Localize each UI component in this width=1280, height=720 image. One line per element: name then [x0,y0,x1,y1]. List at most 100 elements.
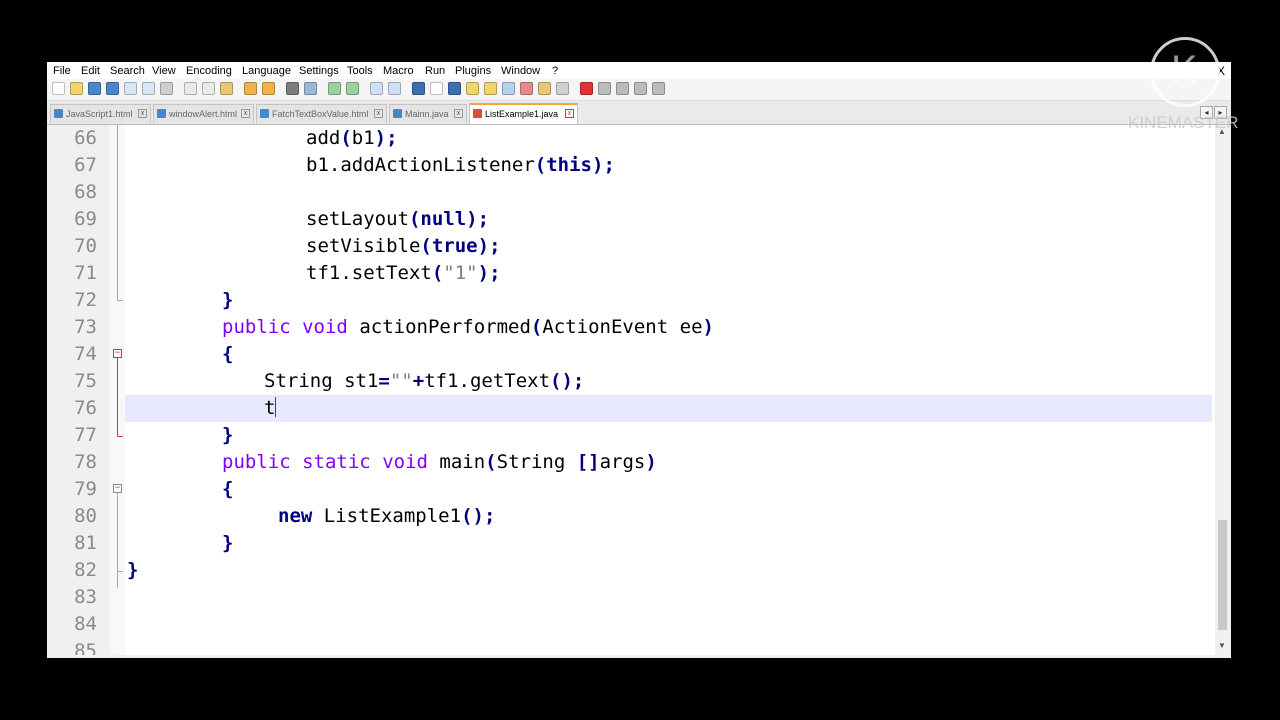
line-number: 81 [74,532,97,554]
user-language-icon[interactable] [466,82,479,95]
replace-icon[interactable] [304,82,317,95]
copy-icon[interactable] [202,82,215,95]
tab-close-icon[interactable]: x [454,109,463,118]
code-line: 80 new ListExample1(); [74,503,1212,530]
print-icon[interactable] [160,82,173,95]
menu-bar: File Edit Search View Encoding Language … [47,62,1231,79]
scrollbar-thumb[interactable] [1218,520,1227,630]
doc-list-icon[interactable] [538,82,551,95]
menu-plugins[interactable]: Plugins [455,65,491,77]
menu-edit[interactable]: Edit [81,65,100,77]
find-icon[interactable] [286,82,299,95]
fold-toggle-icon[interactable]: − [113,484,122,493]
line-number: 78 [74,451,97,473]
menu-window[interactable]: Window [501,65,540,77]
redo-icon[interactable] [262,82,275,95]
file-icon [473,109,482,118]
tab-close-icon[interactable]: x [241,109,250,118]
word-wrap-icon[interactable] [412,82,425,95]
line-number: 71 [74,262,97,284]
line-number: 72 [74,289,97,311]
menu-view[interactable]: View [152,65,176,77]
code-area[interactable]: 66 add(b1); 67 b1.addActionListener(this… [74,125,1212,655]
play-macro-icon[interactable] [616,82,629,95]
toolbar [47,79,1231,101]
tab-close-icon[interactable]: x [138,109,147,118]
line-number: 74 [74,343,97,365]
code-line: 77 } [74,422,1212,449]
record-macro-icon[interactable] [580,82,593,95]
line-number: 66 [74,127,97,149]
code-line: 74 { [74,341,1212,368]
code-line: 85 [74,638,1212,655]
sync-scroll-horizontal-icon[interactable] [388,82,401,95]
fold-margin: − − [110,125,125,655]
menu-search[interactable]: Search [110,65,145,77]
tab-close-icon[interactable]: x [374,109,383,118]
code-line-current: 76 t [74,395,1212,422]
line-number: 77 [74,424,97,446]
line-number: 75 [74,370,97,392]
indent-guide-icon[interactable] [448,82,461,95]
text-caret [275,397,277,417]
tab-mainn[interactable]: Mainn.java x [389,104,467,123]
line-number: 68 [74,181,97,203]
tab-bar: JavaScript1.html x windowAlert.html x Fa… [47,101,1231,125]
menu-file[interactable]: File [53,65,71,77]
notepadpp-window: File Edit Search View Encoding Language … [47,62,1231,658]
folder-workspace-icon[interactable] [520,82,533,95]
cut-icon[interactable] [184,82,197,95]
save-icon[interactable] [88,82,101,95]
close-icon[interactable] [124,82,137,95]
close-all-icon[interactable] [142,82,155,95]
zoom-in-icon[interactable] [328,82,341,95]
open-file-icon[interactable] [70,82,83,95]
menu-run[interactable]: Run [425,65,445,77]
code-line: 81 } [74,530,1212,557]
code-line: 70 setVisible(true); [74,233,1212,260]
paste-icon[interactable] [220,82,233,95]
save-macro-icon[interactable] [652,82,665,95]
menu-help[interactable]: ? [552,65,558,77]
line-number: 80 [74,505,97,527]
tab-listexample1[interactable]: ListExample1.java x [469,103,578,124]
menu-encoding[interactable]: Encoding [186,65,232,77]
stop-macro-icon[interactable] [598,82,611,95]
menu-macro[interactable]: Macro [383,65,414,77]
code-line: 66 add(b1); [74,125,1212,152]
vertical-scrollbar[interactable]: ▲ ▼ [1215,125,1231,655]
code-line: 82 } [74,557,1212,584]
menu-language[interactable]: Language [242,65,291,77]
function-list-icon[interactable] [502,82,515,95]
tab-close-icon[interactable]: x [565,109,574,118]
run-macro-multiple-icon[interactable] [634,82,647,95]
zoom-out-icon[interactable] [346,82,359,95]
line-number: 84 [74,613,97,635]
fold-toggle-icon[interactable]: − [113,349,122,358]
menu-tools[interactable]: Tools [347,65,373,77]
monitoring-icon[interactable] [556,82,569,95]
code-line: 71 tf1.setText("1"); [74,260,1212,287]
tab-fatchtextboxvalue[interactable]: FatchTextBoxValue.html x [256,104,387,123]
code-line: 69 setLayout(null); [74,206,1212,233]
scroll-down-icon[interactable]: ▼ [1218,641,1226,650]
sync-scroll-vertical-icon[interactable] [370,82,383,95]
code-line: 79 { [74,476,1212,503]
file-icon [260,109,269,118]
line-number: 70 [74,235,97,257]
show-all-chars-icon[interactable] [430,82,443,95]
doc-map-icon[interactable] [484,82,497,95]
tab-javascript1[interactable]: JavaScript1.html x [50,104,151,123]
code-line: 84 [74,611,1212,638]
line-number: 85 [74,640,97,655]
undo-icon[interactable] [244,82,257,95]
tab-windowalert[interactable]: windowAlert.html x [153,104,254,123]
line-number: 67 [74,154,97,176]
code-line: 78 public static void main(String []args… [74,449,1212,476]
file-icon [157,109,166,118]
save-all-icon[interactable] [106,82,119,95]
menu-settings[interactable]: Settings [299,65,339,77]
code-line: 67 b1.addActionListener(this); [74,152,1212,179]
code-editor[interactable]: − − 66 add(b1); 67 b1.addActionListener(… [47,125,1231,655]
new-file-icon[interactable] [52,82,65,95]
